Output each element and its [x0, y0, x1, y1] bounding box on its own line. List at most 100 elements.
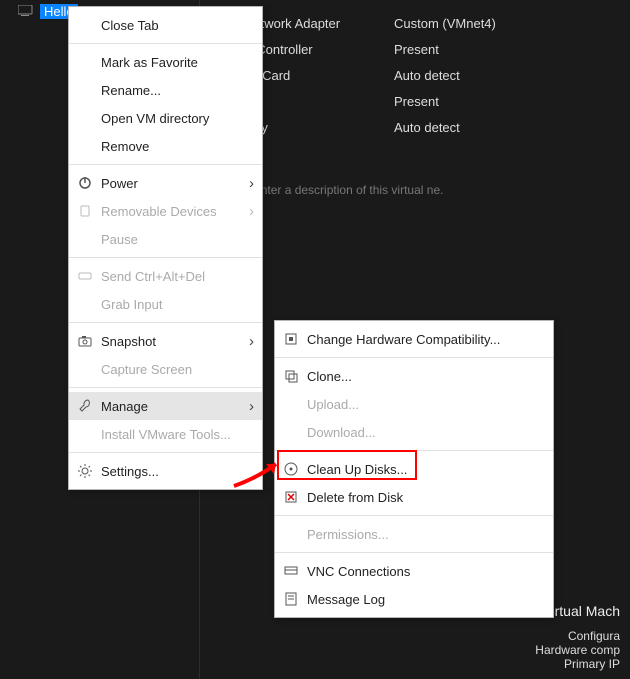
- blank-icon: [281, 525, 301, 543]
- menu-item-label: VNC Connections: [307, 564, 543, 579]
- hardware-row[interactable]: ▭ Network Adapter Custom (VMnet4): [220, 10, 610, 36]
- menu-separator: [275, 450, 553, 451]
- chevron-right-icon: [249, 333, 254, 350]
- camera-icon: [75, 332, 95, 350]
- wrench-icon: [75, 397, 95, 415]
- menu-item-label: Mark as Favorite: [101, 55, 252, 70]
- hardware-value: Present: [394, 42, 439, 57]
- menu-item-delete-from-disk[interactable]: Delete from Disk: [275, 483, 553, 511]
- power-icon: [75, 174, 95, 192]
- menu-item-label: Delete from Disk: [307, 490, 543, 505]
- menu-item-label: Snapshot: [101, 334, 252, 349]
- menu-item-grab-input: Grab Input: [69, 290, 262, 318]
- menu-item-open-vm-directory[interactable]: Open VM directory: [69, 104, 262, 132]
- menu-item-upload: Upload...: [275, 390, 553, 418]
- menu-item-manage[interactable]: Manage: [69, 392, 262, 420]
- menu-item-capture-screen: Capture Screen: [69, 355, 262, 383]
- gear-icon: [75, 462, 95, 480]
- blank-icon: [75, 16, 95, 34]
- blank-icon: [281, 423, 301, 441]
- hardware-row[interactable]: nd Card Auto detect: [220, 62, 610, 88]
- menu-separator: [69, 164, 262, 165]
- menu-item-label: Pause: [101, 232, 252, 247]
- blank-icon: [75, 295, 95, 313]
- log-icon: [281, 590, 301, 608]
- hardware-value: Auto detect: [394, 68, 460, 83]
- menu-item-vnc-connections[interactable]: VNC Connections: [275, 557, 553, 585]
- vm-details-line: Configura: [520, 629, 620, 643]
- delete-icon: [281, 488, 301, 506]
- hardware-name: nd Card: [244, 68, 394, 83]
- menu-item-settings[interactable]: Settings...: [69, 457, 262, 485]
- hardware-value: Present: [394, 94, 439, 109]
- menu-item-label: Open VM directory: [101, 111, 252, 126]
- context-menu: Close Tab Mark as Favorite Rename... Open V…: [68, 6, 263, 490]
- vm-details-line: Hardware comp: [520, 643, 620, 657]
- hardware-row[interactable]: play Auto detect: [220, 114, 610, 140]
- menu-item-snapshot[interactable]: Snapshot: [69, 327, 262, 355]
- menu-item-label: Clone...: [307, 369, 543, 384]
- monitor-icon: [18, 5, 34, 17]
- menu-item-clone[interactable]: Clone...: [275, 362, 553, 390]
- blank-icon: [75, 230, 95, 248]
- blank-icon: [75, 425, 95, 443]
- blank-icon: [75, 137, 95, 155]
- disk-icon: [281, 460, 301, 478]
- menu-item-mark-as-favorite[interactable]: Mark as Favorite: [69, 48, 262, 76]
- menu-item-rename[interactable]: Rename...: [69, 76, 262, 104]
- menu-item-remove[interactable]: Remove: [69, 132, 262, 160]
- menu-separator: [69, 257, 262, 258]
- menu-separator: [69, 387, 262, 388]
- menu-item-label: Clean Up Disks...: [307, 462, 543, 477]
- menu-item-label: Permissions...: [307, 527, 543, 542]
- menu-item-change-hardware-compatibility[interactable]: Change Hardware Compatibility...: [275, 325, 553, 353]
- vm-details-header: Virtual Mach: [542, 603, 620, 619]
- menu-item-pause: Pause: [69, 225, 262, 253]
- hardware-value: Custom (VMnet4): [394, 16, 496, 31]
- clone-icon: [281, 367, 301, 385]
- menu-item-install-vmware-tools: Install VMware Tools...: [69, 420, 262, 448]
- menu-separator: [69, 452, 262, 453]
- hardware-row[interactable]: ter Present: [220, 88, 610, 114]
- menu-item-removable-devices: Removable Devices: [69, 197, 262, 225]
- menu-item-label: Close Tab: [101, 18, 252, 33]
- vm-details-line: Primary IP: [520, 657, 620, 671]
- menu-separator: [275, 515, 553, 516]
- usb-icon: [75, 202, 95, 220]
- blank-icon: [75, 81, 95, 99]
- menu-item-label: Send Ctrl+Alt+Del: [101, 269, 252, 284]
- menu-item-label: Removable Devices: [101, 204, 252, 219]
- menu-item-label: Power: [101, 176, 252, 191]
- menu-item-clean-up-disks[interactable]: Clean Up Disks...: [275, 455, 553, 483]
- menu-separator: [275, 357, 553, 358]
- description-hint[interactable]: ere to enter a description of this virtu…: [220, 182, 610, 199]
- hardware-row[interactable]: B Controller Present: [220, 36, 610, 62]
- blank-icon: [75, 360, 95, 378]
- blank-icon: [75, 53, 95, 71]
- menu-item-label: Message Log: [307, 592, 543, 607]
- menu-item-label: Install VMware Tools...: [101, 427, 252, 442]
- description-header: ription: [220, 160, 610, 178]
- menu-item-power[interactable]: Power: [69, 169, 262, 197]
- hardware-list: ▭ Network Adapter Custom (VMnet4) B Cont…: [220, 10, 610, 140]
- vnc-icon: [281, 562, 301, 580]
- menu-separator: [69, 322, 262, 323]
- menu-item-label: Settings...: [101, 464, 252, 479]
- hardware-name: play: [244, 120, 394, 135]
- menu-item-label: Capture Screen: [101, 362, 252, 377]
- hardware-value: Auto detect: [394, 120, 460, 135]
- menu-separator: [275, 552, 553, 553]
- chip-icon: [281, 330, 301, 348]
- blank-icon: [281, 395, 301, 413]
- menu-item-permissions: Permissions...: [275, 520, 553, 548]
- menu-item-label: Rename...: [101, 83, 252, 98]
- menu-item-close-tab[interactable]: Close Tab: [69, 11, 262, 39]
- chevron-right-icon: [249, 398, 254, 415]
- chevron-right-icon: [249, 203, 254, 220]
- menu-item-label: Manage: [101, 399, 252, 414]
- hardware-name: ter: [244, 94, 394, 109]
- chevron-right-icon: [249, 175, 254, 192]
- menu-item-message-log[interactable]: Message Log: [275, 585, 553, 613]
- hardware-name: Network Adapter: [244, 16, 394, 31]
- hardware-name: B Controller: [244, 42, 394, 57]
